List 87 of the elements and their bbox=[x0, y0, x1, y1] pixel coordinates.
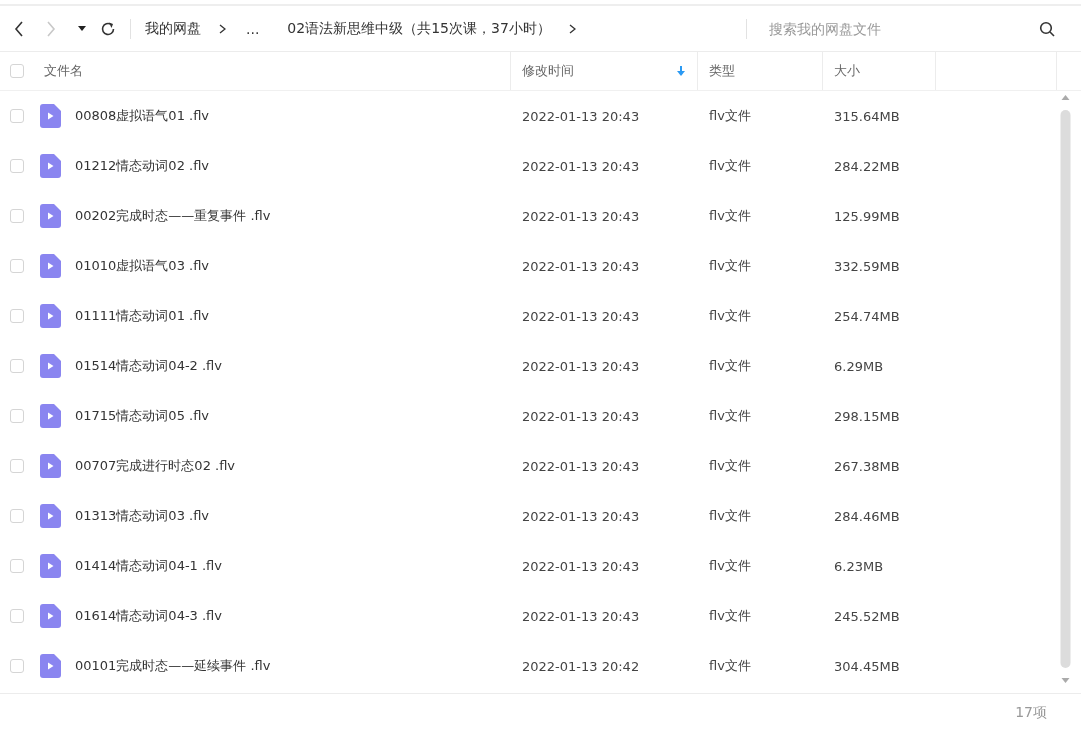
column-header[interactable]: 大小 bbox=[834, 62, 860, 80]
file-size: 332.59MB bbox=[834, 258, 900, 274]
modified-time: 2022-01-13 20:43 bbox=[522, 558, 640, 574]
file-type: flv文件 bbox=[709, 507, 751, 525]
file-size: 315.64MB bbox=[834, 108, 900, 124]
file-name[interactable]: 01313情态动词03 .flv bbox=[75, 507, 210, 525]
modified-time: 2022-01-13 20:43 bbox=[522, 108, 640, 124]
checkbox[interactable] bbox=[10, 609, 24, 623]
file-type: flv文件 bbox=[709, 107, 751, 125]
checkbox[interactable] bbox=[10, 209, 24, 223]
chevron-icon bbox=[568, 23, 576, 34]
video-file-icon bbox=[40, 604, 61, 628]
file-name[interactable]: 01010虚拟语气03 .flv bbox=[75, 257, 210, 275]
video-file-icon bbox=[40, 304, 61, 328]
modified-time: 2022-01-13 20:43 bbox=[522, 608, 640, 624]
video-file-icon bbox=[40, 404, 61, 428]
file-name[interactable]: 00707完成进行时态02 .flv bbox=[75, 457, 236, 475]
checkbox[interactable] bbox=[10, 659, 24, 673]
checkbox[interactable] bbox=[10, 509, 24, 523]
file-size: 6.29MB bbox=[834, 358, 884, 374]
checkbox[interactable] bbox=[10, 309, 24, 323]
file-size: 245.52MB bbox=[834, 608, 900, 624]
column-header[interactable]: 文件名 bbox=[44, 62, 83, 80]
chevron-icon bbox=[219, 23, 226, 34]
file-type: flv文件 bbox=[709, 157, 751, 175]
checkbox[interactable] bbox=[10, 159, 24, 173]
file-type: flv文件 bbox=[709, 307, 751, 325]
modified-time: 2022-01-13 20:43 bbox=[522, 508, 640, 524]
file-type: flv文件 bbox=[709, 357, 751, 375]
file-name[interactable]: 01414情态动词04-1 .flv bbox=[75, 557, 222, 575]
file-name[interactable]: 01111情态动词01 .flv bbox=[75, 307, 210, 325]
column-header[interactable]: 类型 bbox=[709, 62, 735, 80]
file-name[interactable]: 01212情态动词02 .flv bbox=[75, 157, 210, 175]
file-type: flv文件 bbox=[709, 207, 751, 225]
modified-time: 2022-01-13 20:43 bbox=[522, 358, 640, 374]
file-size: 284.22MB bbox=[834, 158, 900, 174]
modified-time: 2022-01-13 20:42 bbox=[522, 658, 640, 674]
file-size: 125.99MB bbox=[834, 208, 900, 224]
file-size: 267.38MB bbox=[834, 458, 900, 474]
search-icon[interactable] bbox=[1039, 20, 1055, 37]
caret-icon[interactable] bbox=[78, 25, 86, 32]
modified-time: 2022-01-13 20:43 bbox=[522, 258, 640, 274]
file-type: flv文件 bbox=[709, 407, 751, 425]
video-file-icon bbox=[40, 504, 61, 528]
item-count: 17项 bbox=[1015, 704, 1047, 722]
video-file-icon bbox=[40, 204, 61, 228]
file-name[interactable]: 00101完成时态——延续事件 .flv bbox=[75, 657, 271, 675]
video-file-icon bbox=[40, 254, 61, 278]
file-size: 298.15MB bbox=[834, 408, 900, 424]
breadcrumb-item[interactable]: 我的网盘 bbox=[145, 19, 201, 38]
file-type: flv文件 bbox=[709, 457, 751, 475]
checkbox[interactable] bbox=[10, 559, 24, 573]
file-size: 304.45MB bbox=[834, 658, 900, 674]
file-name[interactable]: 01715情态动词05 .flv bbox=[75, 407, 210, 425]
file-name[interactable]: 01514情态动词04-2 .flv bbox=[75, 357, 222, 375]
checkbox[interactable] bbox=[10, 459, 24, 473]
checkbox[interactable] bbox=[10, 109, 24, 123]
file-size: 284.46MB bbox=[834, 508, 900, 524]
modified-time: 2022-01-13 20:43 bbox=[522, 458, 640, 474]
file-name[interactable]: 00202完成时态——重复事件 .flv bbox=[75, 207, 271, 225]
checkbox[interactable] bbox=[10, 259, 24, 273]
modified-time: 2022-01-13 20:43 bbox=[522, 308, 640, 324]
video-file-icon bbox=[40, 154, 61, 178]
refresh-icon[interactable] bbox=[100, 20, 116, 37]
column-header[interactable]: 修改时间 bbox=[522, 62, 574, 80]
checkbox[interactable] bbox=[10, 359, 24, 373]
video-file-icon bbox=[40, 104, 61, 128]
modified-time: 2022-01-13 20:43 bbox=[522, 408, 640, 424]
checkbox[interactable] bbox=[10, 64, 24, 78]
video-file-icon bbox=[40, 454, 61, 478]
video-file-icon bbox=[40, 554, 61, 578]
file-type: flv文件 bbox=[709, 557, 751, 575]
file-type: flv文件 bbox=[709, 257, 751, 275]
file-type: flv文件 bbox=[709, 657, 751, 675]
breadcrumb-item[interactable]: 02语法新思维中级（共15次课，37小时） bbox=[287, 19, 551, 38]
search-field[interactable]: 搜索我的网盘文件 bbox=[761, 20, 1021, 37]
video-file-icon bbox=[40, 354, 61, 378]
file-type: flv文件 bbox=[709, 607, 751, 625]
breadcrumb-item[interactable]: ... bbox=[246, 20, 260, 37]
modified-time: 2022-01-13 20:43 bbox=[522, 208, 640, 224]
file-name[interactable]: 01614情态动词04-3 .flv bbox=[75, 607, 222, 625]
modified-time: 2022-01-13 20:43 bbox=[522, 158, 640, 174]
video-file-icon bbox=[40, 654, 61, 678]
file-size: 6.23MB bbox=[834, 558, 884, 574]
file-size: 254.74MB bbox=[834, 308, 900, 324]
checkbox[interactable] bbox=[10, 409, 24, 423]
file-name[interactable]: 00808虚拟语气01 .flv bbox=[75, 107, 210, 125]
